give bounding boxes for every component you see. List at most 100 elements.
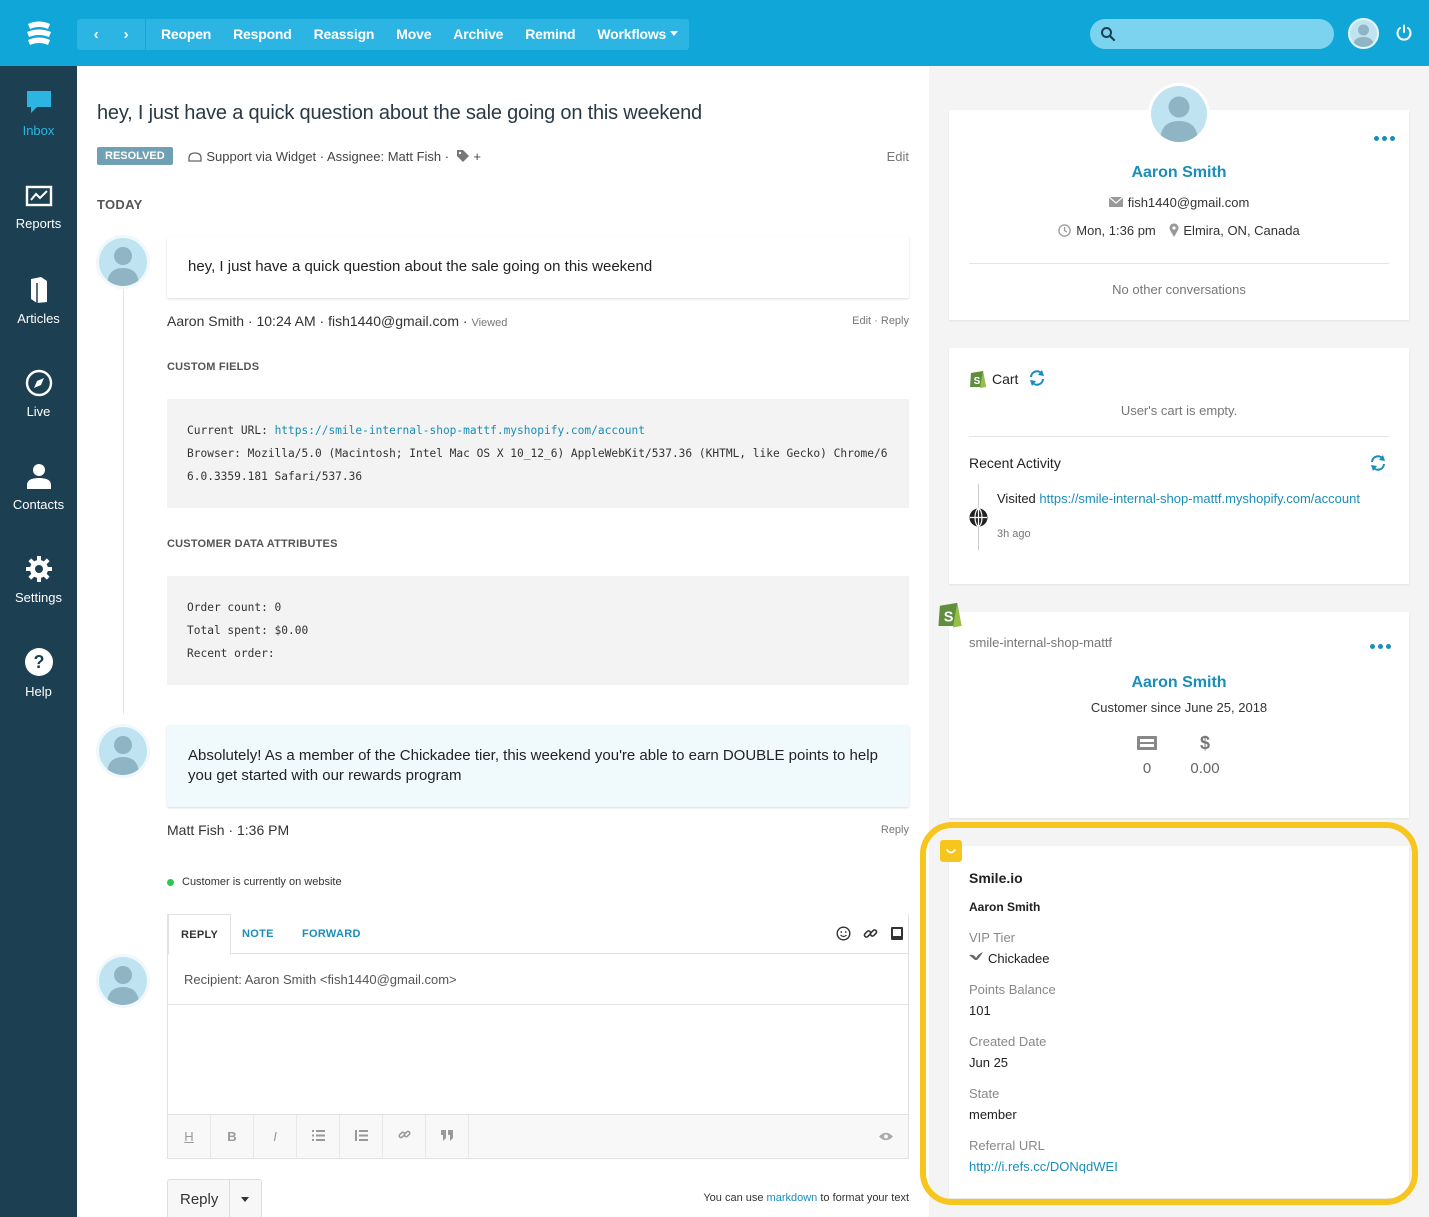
user-avatar[interactable] xyxy=(1348,18,1379,49)
customer-data-title: CUSTOMER DATA ATTRIBUTES xyxy=(167,538,338,550)
link-icon xyxy=(397,1130,411,1139)
sidebar: Inbox Reports Articles Live Contacts Set… xyxy=(0,66,77,1217)
conversation-meta: RESOLVED Support via Widget · Assignee: … xyxy=(97,147,909,167)
source-assignee-text[interactable]: Support via Widget · Assignee: Matt Fish… xyxy=(206,149,449,164)
reassign-button[interactable]: Reassign xyxy=(303,19,386,50)
person-icon xyxy=(26,464,51,489)
customer-name[interactable]: Aaron Smith xyxy=(949,164,1409,182)
total-spent: 0.00 xyxy=(1190,760,1220,777)
move-button[interactable]: Move xyxy=(385,19,442,50)
location-pin-icon xyxy=(1169,223,1179,237)
agent-avatar xyxy=(99,727,147,775)
tag-icon[interactable] xyxy=(456,149,470,163)
customer-profile-avatar xyxy=(1151,86,1207,142)
italic-button[interactable]: I xyxy=(254,1115,297,1159)
reply-send-button[interactable]: Reply xyxy=(167,1179,262,1217)
link-icon[interactable] xyxy=(863,926,878,941)
heading-button[interactable]: H xyxy=(168,1115,211,1159)
day-divider: TODAY xyxy=(97,197,143,212)
message-byline: Aaron Smith · 10:24 AM · fish1440@gmail.… xyxy=(167,313,909,329)
chart-icon xyxy=(25,185,52,207)
current-url-link[interactable]: https://smile-internal-shop-mattf.myshop… xyxy=(275,424,645,437)
message-author-time: Aaron Smith · 10:24 AM · fish1440@gmail.… xyxy=(167,313,468,329)
reply-link[interactable]: Reply xyxy=(881,824,909,836)
markdown-hint-post: to format your text xyxy=(817,1192,909,1204)
profile-divider xyxy=(969,263,1389,264)
clock-icon xyxy=(1058,224,1072,237)
customer-email-line: fish1440@gmail.com xyxy=(949,195,1409,210)
customer-avatar xyxy=(99,238,147,286)
sidebar-item-live[interactable]: Live xyxy=(0,369,77,419)
message-actions[interactable]: Edit · Reply xyxy=(852,315,909,327)
status-badge[interactable]: RESOLVED xyxy=(97,147,173,165)
search-input[interactable] xyxy=(1090,19,1334,49)
customer-data-text: Order count: 0 Total spent: $0.00 Recent… xyxy=(187,601,309,660)
reopen-button[interactable]: Reopen xyxy=(150,19,222,50)
insert-link-button[interactable] xyxy=(383,1115,426,1159)
add-tag-button[interactable]: + xyxy=(473,149,481,164)
recipient-field[interactable]: Recipient: Aaron Smith <fish1440@gmail.c… xyxy=(184,972,457,987)
widget-icon xyxy=(188,151,202,162)
refresh-icon[interactable] xyxy=(1029,370,1045,386)
bullet-list-button[interactable] xyxy=(297,1115,340,1159)
customer-data-box: Order count: 0 Total spent: $0.00 Recent… xyxy=(167,576,909,685)
sidebar-item-reports[interactable]: Reports xyxy=(0,185,77,231)
preview-eye-icon[interactable] xyxy=(878,1131,894,1142)
shopify-customer-name[interactable]: Aaron Smith xyxy=(949,674,1409,692)
person-silhouette-icon xyxy=(107,247,139,286)
conversation-panel: hey, I just have a quick question about … xyxy=(77,66,929,1217)
composer-tabs: REPLY NOTE FORWARD xyxy=(168,914,910,955)
emoji-icon[interactable] xyxy=(836,926,851,941)
sidebar-item-contacts[interactable]: Contacts xyxy=(0,462,77,512)
customer-email[interactable]: fish1440@gmail.com xyxy=(1128,195,1250,210)
respond-button[interactable]: Respond xyxy=(222,19,303,50)
sidebar-label: Inbox xyxy=(22,123,55,138)
next-conversation-button[interactable]: › xyxy=(111,19,141,50)
shopify-more-icon[interactable] xyxy=(1370,644,1391,649)
tab-forward[interactable]: FORWARD xyxy=(290,914,373,955)
markdown-link[interactable]: markdown xyxy=(767,1192,818,1204)
message-byline: Matt Fish · 1:36 PM Reply xyxy=(167,822,909,838)
refresh-icon[interactable] xyxy=(1370,455,1386,471)
envelope-icon xyxy=(1108,196,1124,207)
workflows-dropdown[interactable]: Workflows xyxy=(586,19,689,50)
person-silhouette-icon xyxy=(107,966,139,1005)
markdown-hint: You can use markdown to format your text xyxy=(703,1192,909,1204)
activity-visited-label: Visited xyxy=(997,491,1040,506)
profile-more-icon[interactable] xyxy=(1374,136,1395,141)
power-icon[interactable] xyxy=(1395,24,1413,42)
reply-button-label: Reply xyxy=(180,1191,219,1208)
chat-bubble-icon xyxy=(26,91,51,113)
conversation-source: Support via Widget · Assignee: Matt Fish… xyxy=(188,149,481,164)
sidebar-item-inbox[interactable]: Inbox xyxy=(0,88,77,138)
caret-down-icon xyxy=(670,31,679,37)
sidebar-label: Live xyxy=(26,404,51,419)
tab-reply[interactable]: REPLY xyxy=(168,914,232,955)
bold-button[interactable]: B xyxy=(211,1115,254,1159)
dollar-icon: $ xyxy=(1199,733,1210,753)
edit-conversation-link[interactable]: Edit xyxy=(887,149,909,164)
activity-url-link[interactable]: https://smile-internal-shop-mattf.myshop… xyxy=(1039,491,1360,506)
compass-icon xyxy=(25,369,52,397)
reply-textarea[interactable] xyxy=(168,1005,908,1114)
tab-note[interactable]: NOTE xyxy=(230,914,286,955)
smile-face-icon xyxy=(946,849,956,854)
sidebar-item-help[interactable]: ? Help xyxy=(0,647,77,699)
saved-reply-book-icon[interactable] xyxy=(890,926,904,941)
previous-conversation-button[interactable]: ‹ xyxy=(81,19,111,50)
app-logo-icon[interactable] xyxy=(22,18,56,48)
archive-button[interactable]: Archive xyxy=(442,19,514,50)
sidebar-item-articles[interactable]: Articles xyxy=(0,276,77,326)
person-silhouette-icon xyxy=(107,736,139,775)
sidebar-item-settings[interactable]: Settings xyxy=(0,555,77,605)
customer-profile-card: Aaron Smith fish1440@gmail.com Mon, 1:36… xyxy=(949,86,1409,320)
remind-button[interactable]: Remind xyxy=(514,19,586,50)
caret-down-icon[interactable] xyxy=(241,1197,249,1202)
agent-avatar xyxy=(99,957,147,1005)
activity-entry: Visited https://smile-internal-shop-matt… xyxy=(997,490,1375,508)
top-bar: ‹ › Reopen Respond Reassign Move Archive… xyxy=(0,0,1429,66)
quote-button[interactable] xyxy=(426,1115,469,1159)
message-author-time: Matt Fish · 1:36 PM xyxy=(167,822,290,838)
sidebar-label: Help xyxy=(25,684,52,699)
numbered-list-button[interactable] xyxy=(340,1115,383,1159)
